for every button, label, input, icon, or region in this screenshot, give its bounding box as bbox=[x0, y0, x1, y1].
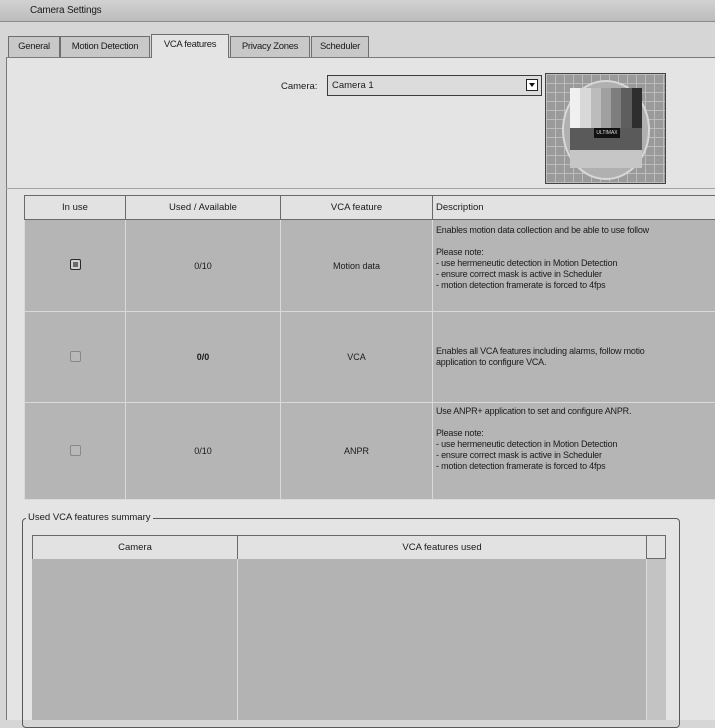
used-available-cell: 0/10 bbox=[126, 220, 281, 312]
description-line: - use hermeneutic detection in Motion De… bbox=[436, 439, 715, 450]
used-available-cell: 0/10 bbox=[126, 403, 281, 500]
preview-caption: ULTIMAX bbox=[594, 128, 620, 138]
feature-name-cell: VCA bbox=[281, 312, 433, 403]
feature-name-cell: Motion data bbox=[281, 220, 433, 312]
camera-select-value: Camera 1 bbox=[332, 80, 374, 91]
window-titlebar: Camera Settings bbox=[0, 0, 715, 22]
column-header-description[interactable]: Description bbox=[433, 196, 715, 220]
description-line: Please note: bbox=[436, 247, 715, 258]
test-pattern-lower bbox=[570, 150, 642, 168]
window-title: Camera Settings bbox=[30, 5, 101, 16]
description-line: - use hermeneutic detection in Motion De… bbox=[436, 258, 715, 269]
in-use-cell bbox=[25, 403, 126, 500]
column-header-used-available[interactable]: Used / Available bbox=[126, 196, 281, 220]
table-corner bbox=[646, 535, 666, 559]
in-use-cell bbox=[25, 220, 126, 312]
table-row[interactable]: 0/10 ANPR Use ANPR+ application to set a… bbox=[25, 403, 715, 500]
summary-table: Camera VCA features used bbox=[32, 535, 647, 560]
tab-vca-features[interactable]: VCA features bbox=[151, 34, 229, 58]
vca-features-table: In use Used / Available VCA feature Desc… bbox=[24, 195, 715, 500]
summary-table-body bbox=[32, 559, 666, 720]
column-header-vca-feature[interactable]: VCA feature bbox=[281, 196, 433, 220]
camera-preview: ULTIMAX bbox=[545, 73, 666, 184]
tab-general[interactable]: General bbox=[8, 36, 60, 57]
description-line: - motion detection framerate is forced t… bbox=[436, 461, 715, 472]
tab-privacy-zones[interactable]: Privacy Zones bbox=[230, 36, 310, 57]
tab-motion-detection[interactable]: Motion Detection bbox=[60, 36, 150, 57]
chevron-down-icon[interactable] bbox=[526, 79, 538, 91]
description-line: Enables motion data collection and be ab… bbox=[436, 225, 715, 236]
used-available-cell: 0/0 bbox=[126, 312, 281, 403]
description-line: - ensure correct mask is active in Sched… bbox=[436, 269, 715, 280]
description-cell: Use ANPR+ application to set and configu… bbox=[433, 403, 715, 500]
tab-scheduler[interactable]: Scheduler bbox=[311, 36, 369, 57]
description-cell: Enables all VCA features including alarm… bbox=[433, 312, 715, 403]
in-use-checkbox[interactable] bbox=[70, 351, 81, 362]
description-line: Please note: bbox=[436, 428, 715, 439]
in-use-checkbox[interactable] bbox=[70, 259, 81, 270]
description-line: - ensure correct mask is active in Sched… bbox=[436, 450, 715, 461]
description-spacer bbox=[436, 236, 715, 247]
column-divider bbox=[237, 559, 238, 720]
in-use-cell bbox=[25, 312, 126, 403]
column-header-in-use[interactable]: In use bbox=[25, 196, 126, 220]
description-spacer bbox=[436, 417, 715, 428]
feature-name-cell: ANPR bbox=[281, 403, 433, 500]
table-row[interactable]: 0/0 VCA Enables all VCA features includi… bbox=[25, 312, 715, 403]
table-row[interactable]: 0/10 Motion data Enables motion data col… bbox=[25, 220, 715, 312]
summary-group-label: Used VCA features summary bbox=[26, 512, 153, 523]
column-header-vca-features-used[interactable]: VCA features used bbox=[238, 536, 647, 560]
camera-label: Camera: bbox=[281, 81, 317, 92]
description-line: application to configure VCA. bbox=[436, 357, 715, 368]
vertical-scrollbar[interactable] bbox=[646, 559, 666, 720]
in-use-checkbox[interactable] bbox=[70, 445, 81, 456]
test-pattern-bars bbox=[570, 88, 642, 128]
description-line: - motion detection framerate is forced t… bbox=[436, 280, 715, 291]
description-line: Enables all VCA features including alarm… bbox=[436, 346, 715, 357]
description-cell: Enables motion data collection and be ab… bbox=[433, 220, 715, 312]
divider bbox=[6, 188, 715, 189]
column-header-camera[interactable]: Camera bbox=[33, 536, 238, 560]
camera-select[interactable]: Camera 1 bbox=[327, 75, 542, 96]
description-line: Use ANPR+ application to set and configu… bbox=[436, 406, 715, 417]
